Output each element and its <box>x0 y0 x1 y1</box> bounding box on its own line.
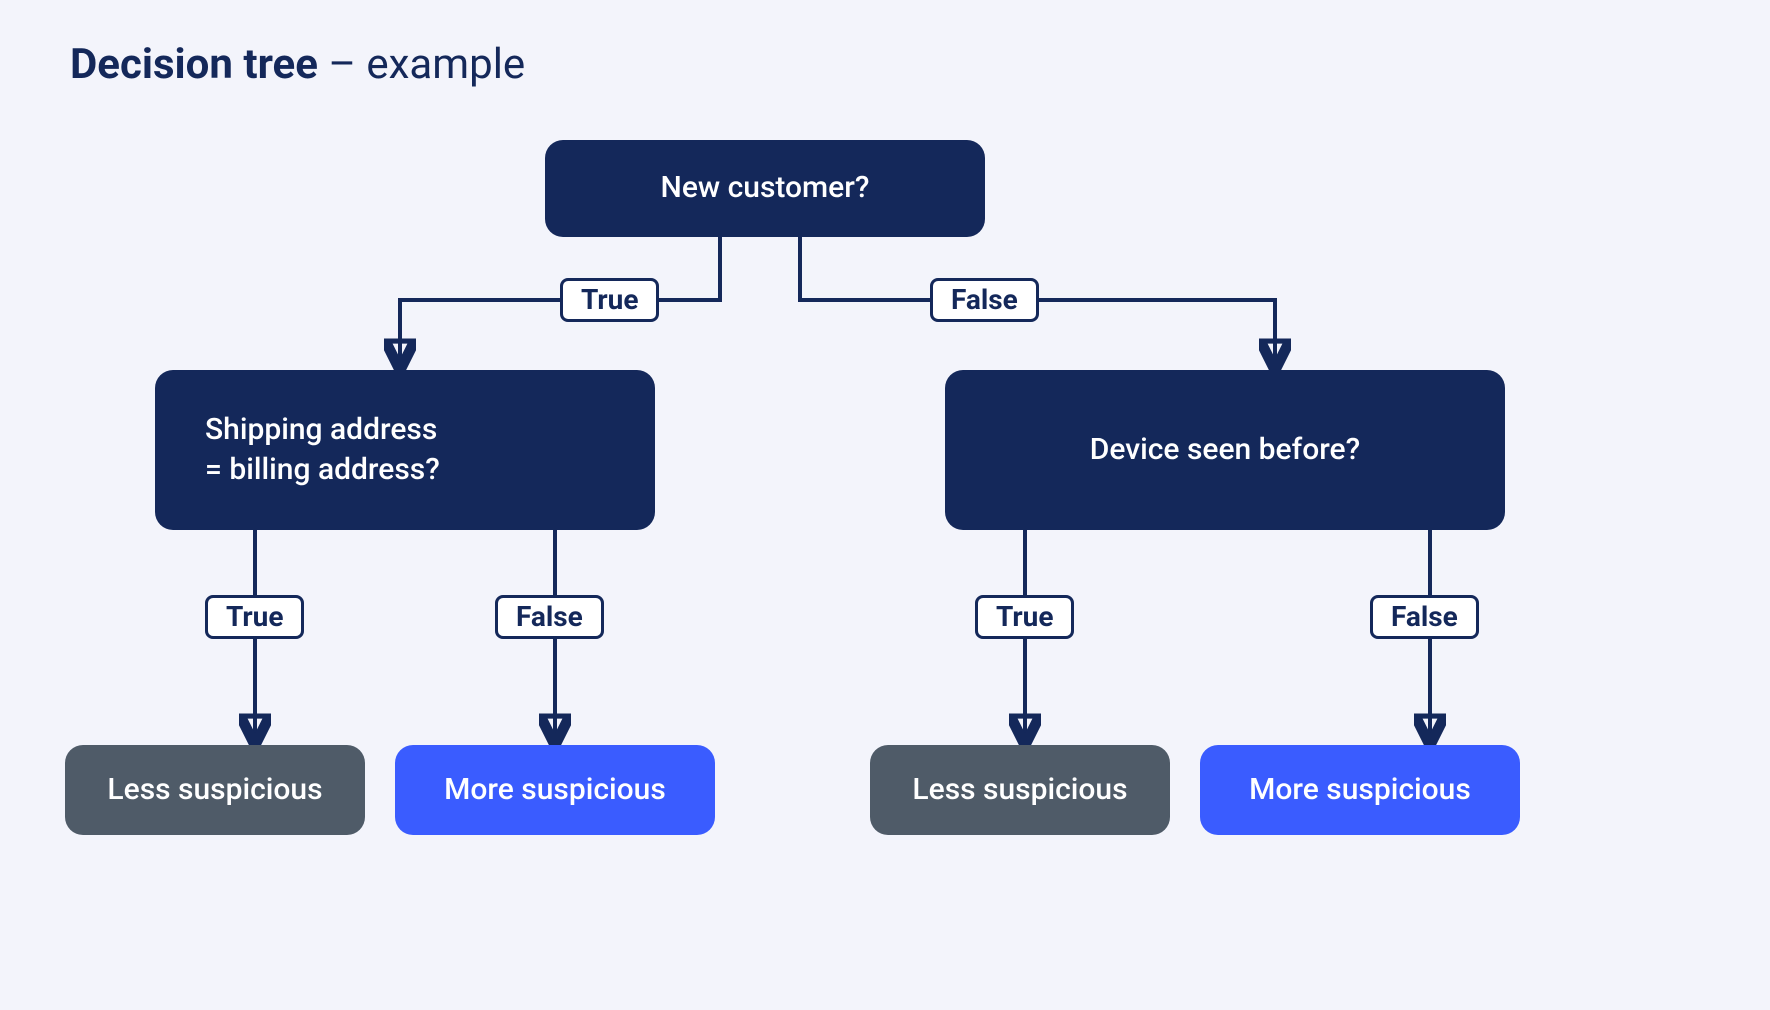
node-shipping: Shipping address = billing address? <box>155 370 655 530</box>
leaf-less-2: Less suspicious <box>870 745 1170 835</box>
page-title: Decision tree – example <box>70 40 525 89</box>
node-device: Device seen before? <box>945 370 1505 530</box>
edge-root-true: True <box>560 278 659 322</box>
leaf-more-2: More suspicious <box>1200 745 1520 835</box>
edge-left-false: False <box>495 595 604 639</box>
edge-root-false: False <box>930 278 1039 322</box>
leaf-less-1: Less suspicious <box>65 745 365 835</box>
node-root: New customer? <box>545 140 985 237</box>
leaf-more-1: More suspicious <box>395 745 715 835</box>
edge-right-false: False <box>1370 595 1479 639</box>
edge-right-true: True <box>975 595 1074 639</box>
node-device-text: Device seen before? <box>1090 430 1360 471</box>
title-bold: Decision tree <box>70 40 318 89</box>
title-rest: – example <box>318 40 525 89</box>
node-root-text: New customer? <box>661 168 870 209</box>
node-shipping-text: Shipping address = billing address? <box>205 410 440 491</box>
edge-left-true: True <box>205 595 304 639</box>
